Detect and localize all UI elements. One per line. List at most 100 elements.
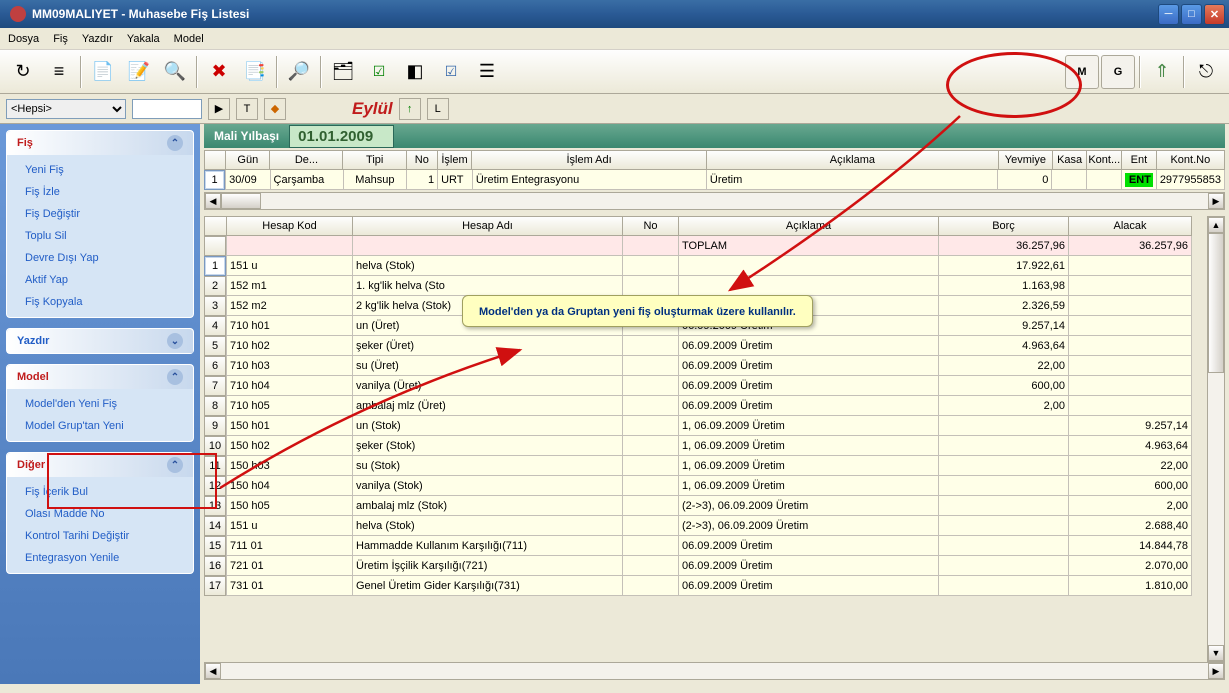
check-blue-icon[interactable]: ☑	[434, 55, 468, 89]
row-number: 12	[204, 476, 226, 496]
minimize-button[interactable]: ─	[1158, 4, 1179, 25]
scroll-right-icon[interactable]: ▶	[1208, 193, 1224, 209]
col-kasa[interactable]: Kasa	[1052, 150, 1087, 170]
dcol-hesap-adi[interactable]: Hesap Adı	[352, 216, 622, 236]
scroll-up-icon[interactable]: ▲	[1208, 217, 1224, 233]
scroll-right-icon[interactable]: ▶	[1208, 663, 1224, 679]
list-icon[interactable]: ≡	[42, 55, 76, 89]
menu-yakala[interactable]: Yakala	[127, 33, 160, 45]
sidebar-kontrol-tarihi[interactable]: Kontrol Tarihi Değiştir	[7, 525, 193, 547]
col-islem[interactable]: İşlem	[437, 150, 472, 170]
stack-icon[interactable]: ☰	[470, 55, 504, 89]
search-icon[interactable]: 🔎	[282, 55, 316, 89]
collapse-icon[interactable]: ⇑	[1145, 55, 1179, 89]
sidebar-yeni-fis[interactable]: Yeni Fiş	[7, 159, 193, 181]
col-gun[interactable]: Gün	[225, 150, 269, 170]
view-doc-icon[interactable]: 🔍	[158, 55, 192, 89]
panel-diger-header[interactable]: Diğer⌃	[7, 453, 193, 477]
detail-row[interactable]: 16 721 01 Üretim İşçilik Karşılığı(721) …	[204, 556, 1207, 576]
col-kontno[interactable]: Kont.No	[1156, 150, 1225, 170]
sidebar-fis-degistir[interactable]: Fiş Değiştir	[7, 203, 193, 225]
detail-row[interactable]: 10 150 h02 şeker (Stok) 1, 06.09.2009 Ür…	[204, 436, 1207, 456]
maximize-button[interactable]: □	[1181, 4, 1202, 25]
col-no[interactable]: No	[406, 150, 437, 170]
dcol-alacak[interactable]: Alacak	[1068, 216, 1192, 236]
window-title: MM09MALIYET - Muhasebe Fiş Listesi	[32, 7, 1158, 21]
detail-vscroll[interactable]: ▲ ▼	[1207, 216, 1225, 662]
detail-row[interactable]: 2 152 m1 1. kg'lik helva (Sto 1.163,98	[204, 276, 1207, 296]
sidebar-fis-izle[interactable]: Fiş İzle	[7, 181, 193, 203]
edit-doc-icon[interactable]: 📝	[122, 55, 156, 89]
fiscal-date: 01.01.2009	[289, 125, 394, 148]
detail-row[interactable]: 1 151 u helva (Stok) 17.922,61	[204, 256, 1207, 276]
sidebar-model-grup-yeni[interactable]: Model Grup'tan Yeni	[7, 415, 193, 437]
delete-icon[interactable]: ✖	[202, 55, 236, 89]
menu-model[interactable]: Model	[174, 33, 204, 45]
detail-row[interactable]: 8 710 h05 ambalaj mlz (Üret) 06.09.2009 …	[204, 396, 1207, 416]
col-aciklama[interactable]: Açıklama	[706, 150, 998, 170]
detail-row[interactable]: 7 710 h04 vanilya (Üret) 06.09.2009 Üret…	[204, 376, 1207, 396]
month-list-icon[interactable]: L	[427, 98, 449, 120]
sidebar-fis-icerik-bul[interactable]: Fiş İçerik Bul	[7, 481, 193, 503]
scroll-down-icon[interactable]: ▼	[1208, 645, 1224, 661]
sidebar-entegrasyon-yenile[interactable]: Entegrasyon Yenile	[7, 547, 193, 569]
sidebar-toplu-sil[interactable]: Toplu Sil	[7, 225, 193, 247]
scroll-left-icon[interactable]: ◀	[205, 663, 221, 679]
panel-fis-header[interactable]: Fiş⌃	[7, 131, 193, 155]
filter-run-icon[interactable]: ▶	[208, 98, 230, 120]
filter-color-icon[interactable]: ◆	[264, 98, 286, 120]
menu-fis[interactable]: Fiş	[53, 33, 68, 45]
filter-input[interactable]	[132, 99, 202, 119]
dcol-aciklama[interactable]: Açıklama	[678, 216, 938, 236]
filter-select[interactable]: <Hepsi>	[6, 99, 126, 119]
detail-row[interactable]: 6 710 h03 su (Üret) 06.09.2009 Üretim 22…	[204, 356, 1207, 376]
model-m-button[interactable]: M	[1065, 55, 1099, 89]
scroll-left-icon[interactable]: ◀	[205, 193, 221, 209]
month-up-icon[interactable]: ↑	[399, 98, 421, 120]
sidebar-fis-kopyala[interactable]: Fiş Kopyala	[7, 291, 193, 313]
menu-dosya[interactable]: Dosya	[8, 33, 39, 45]
col-ent[interactable]: Ent	[1121, 150, 1156, 170]
detail-row[interactable]: 13 150 h05 ambalaj mlz (Stok) (2->3), 06…	[204, 496, 1207, 516]
col-tipi[interactable]: Tipi	[342, 150, 405, 170]
sidebar-aktif-yap[interactable]: Aktif Yap	[7, 269, 193, 291]
dcol-borc[interactable]: Borç	[938, 216, 1068, 236]
voucher-row[interactable]: 1 30/09 Çarşamba Mahsup 1 URT Üretim Ent…	[204, 170, 1225, 190]
copy-docs-icon[interactable]: 📑	[238, 55, 272, 89]
detail-row[interactable]: 5 710 h02 şeker (Üret) 06.09.2009 Üretim…	[204, 336, 1207, 356]
col-kont[interactable]: Kont...	[1086, 150, 1121, 170]
panel-model-header[interactable]: Model⌃	[7, 365, 193, 389]
col-yevmiye[interactable]: Yevmiye	[998, 150, 1052, 170]
detail-row[interactable]: 14 151 u helva (Stok) (2->3), 06.09.2009…	[204, 516, 1207, 536]
scroll-thumb[interactable]	[1208, 233, 1224, 373]
sidebar-devre-disi[interactable]: Devre Dışı Yap	[7, 247, 193, 269]
col-de[interactable]: De...	[269, 150, 342, 170]
panel-yazdir-header[interactable]: Yazdır⌄	[7, 329, 193, 353]
close-button[interactable]: ✕	[1204, 4, 1225, 25]
detail-row[interactable]: 12 150 h04 vanilya (Stok) 1, 06.09.2009 …	[204, 476, 1207, 496]
form-icon[interactable]: 🗂	[326, 55, 360, 89]
detail-row[interactable]: 15 711 01 Hammadde Kullanım Karşılığı(71…	[204, 536, 1207, 556]
dcol-hesap-kod[interactable]: Hesap Kod	[226, 216, 352, 236]
detail-row[interactable]: 17 731 01 Genel Üretim Gider Karşılığı(7…	[204, 576, 1207, 596]
sidebar-olasi-madde[interactable]: Olası Madde No	[7, 503, 193, 525]
detail-row[interactable]: 11 150 h03 su (Stok) 1, 06.09.2009 Üreti…	[204, 456, 1207, 476]
new-doc-icon[interactable]: 📄	[86, 55, 120, 89]
refresh-icon[interactable]: ↻	[6, 55, 40, 89]
col-islem-adi[interactable]: İşlem Adı	[471, 150, 706, 170]
sidebar-model-yeni-fis[interactable]: Model'den Yeni Fiş	[7, 393, 193, 415]
menu-yazdir[interactable]: Yazdır	[82, 33, 113, 45]
voucher-hscroll[interactable]: ◀ ▶	[204, 192, 1225, 210]
detail-row[interactable]: 9 150 h01 un (Stok) 1, 06.09.2009 Üretim…	[204, 416, 1207, 436]
layout-icon[interactable]: ◧	[398, 55, 432, 89]
row-number: 2	[204, 276, 226, 296]
row-number: 14	[204, 516, 226, 536]
model-g-button[interactable]: G	[1101, 55, 1135, 89]
filter-t-button[interactable]: T	[236, 98, 258, 120]
exit-icon[interactable]: ⎋	[1189, 55, 1223, 89]
detail-hscroll[interactable]: ◀ ▶	[204, 662, 1225, 680]
detail-grid: Hesap Kod Hesap Adı No Açıklama Borç Ala…	[204, 216, 1207, 662]
row-number: 16	[204, 556, 226, 576]
check-green-icon[interactable]: ☑	[362, 55, 396, 89]
dcol-no[interactable]: No	[622, 216, 678, 236]
